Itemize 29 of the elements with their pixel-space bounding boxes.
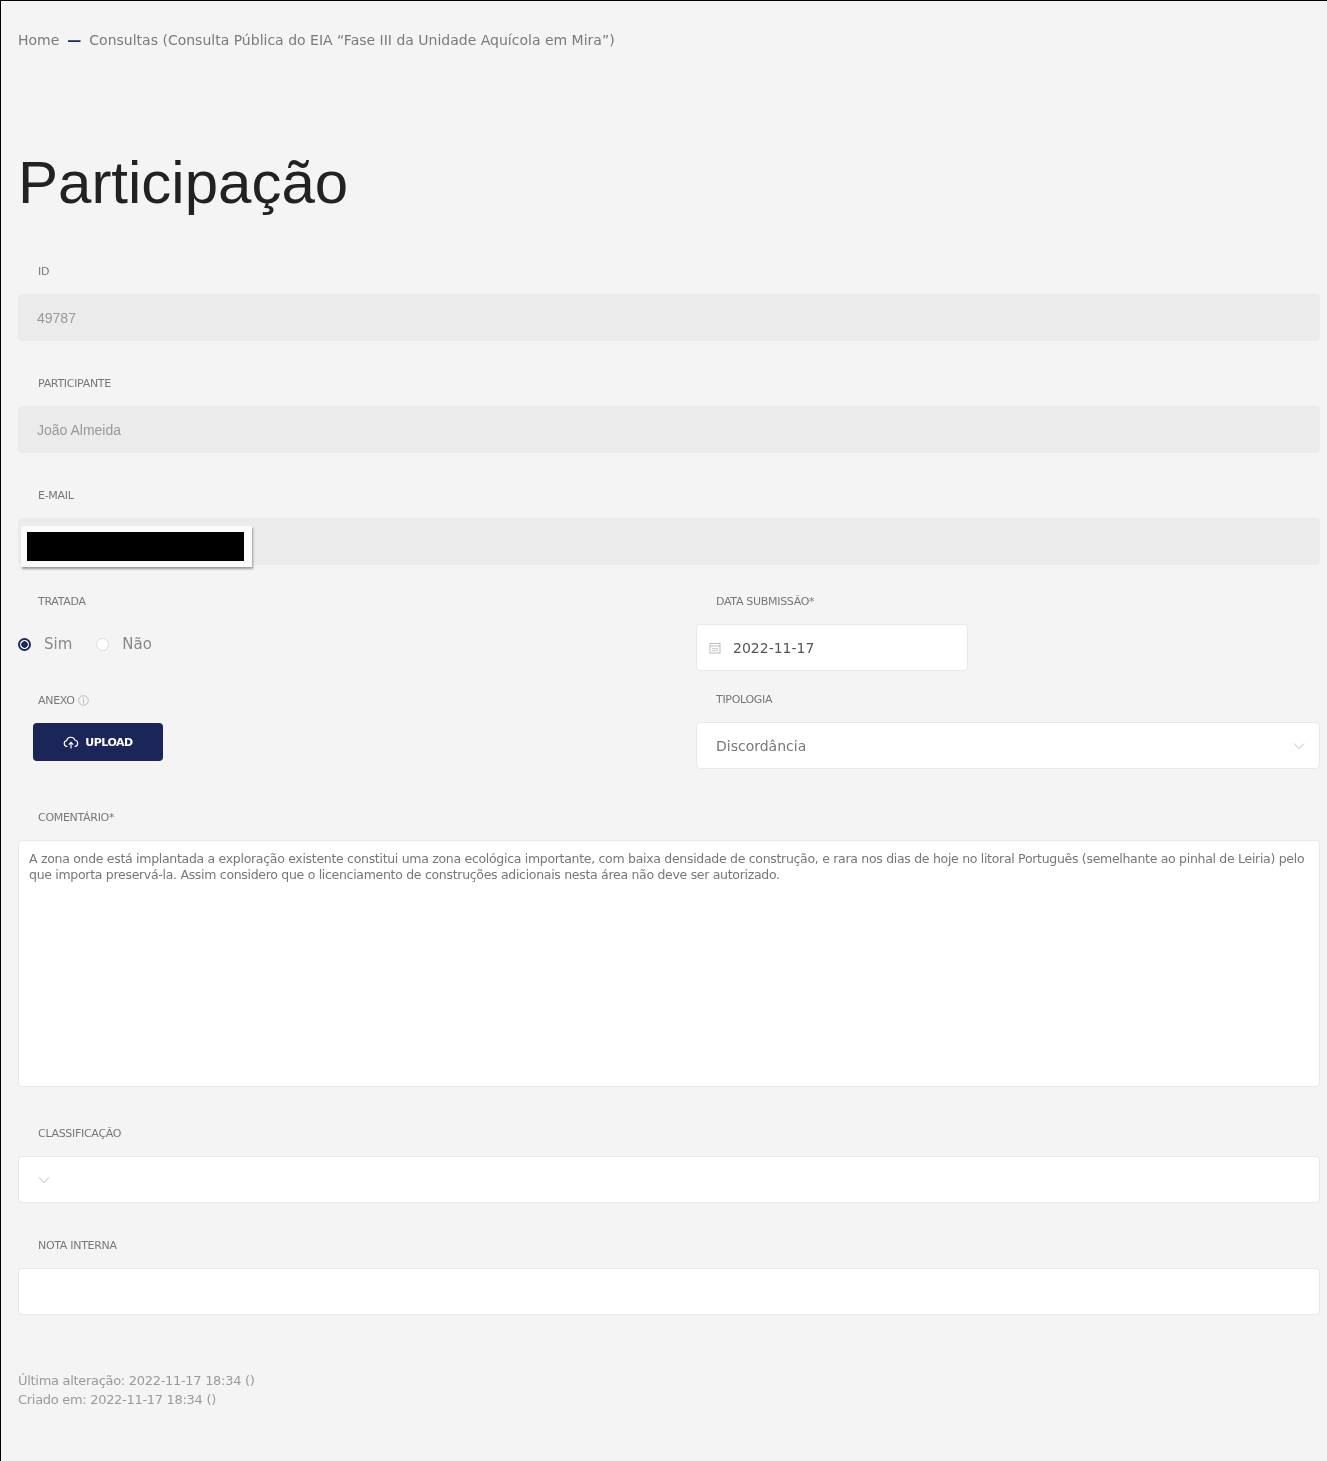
chevron-down-icon: [38, 1175, 50, 1184]
field-label: TRATADA: [37, 595, 87, 608]
comment-textarea[interactable]: A zona onde está implantada a exploração existente constitui uma zona ecológica importante, com baixa densidade de construção, e rara nos dias de hoje no litoral Português (semelhante ao pinhal de Leiria) pelo que importa preservá-la. Assim considero que o licenciamento de construções adicionais nesta área não deve ser autorizado.: [18, 840, 1320, 1087]
field-label: E-MAIL: [37, 489, 75, 502]
radio-label[interactable]: Não: [122, 635, 152, 653]
timestamp-text: Última alteração: 2022-11-17 18:34 (): [18, 1372, 256, 1390]
calendar-icon: [709, 641, 721, 654]
typology-select[interactable]: Discordância: [696, 722, 1320, 769]
field-label: CLASSIFICAÇÃO: [37, 1127, 123, 1140]
field-label: ID: [37, 265, 51, 278]
breadcrumb-link[interactable]: Home: [18, 32, 60, 48]
field-label: PARTICIPANTE: [37, 377, 112, 390]
radio-button[interactable]: [18, 637, 31, 651]
radio-label[interactable]: Sim: [44, 635, 73, 653]
cloud-upload-icon: [63, 735, 80, 749]
upload-button[interactable]: UPLOAD: [33, 723, 163, 761]
timestamp-text: Criado em: 2022-11-17 18:34 (): [18, 1391, 217, 1409]
breadcrumb-separator: —: [67, 32, 82, 48]
field-label: DATA SUBMISSÃO*: [715, 595, 816, 608]
date-field[interactable]: 2022-11-17: [696, 624, 968, 671]
breadcrumb-current: Consultas (Consulta Pública do EIA “Fase III da Unidade Aquícola em Mira”): [89, 32, 615, 48]
field-label: NOTA INTERNA: [37, 1239, 118, 1252]
chevron-down-icon: [1293, 741, 1305, 750]
field-label: TIPOLOGIA: [715, 693, 774, 706]
page-title: Participação: [18, 153, 350, 213]
info-icon[interactable]: [77, 695, 89, 706]
field-label: COMENTÁRIO*: [37, 811, 116, 824]
classification-select[interactable]: [18, 1156, 1320, 1203]
field-label: ANEXO: [38, 694, 75, 707]
